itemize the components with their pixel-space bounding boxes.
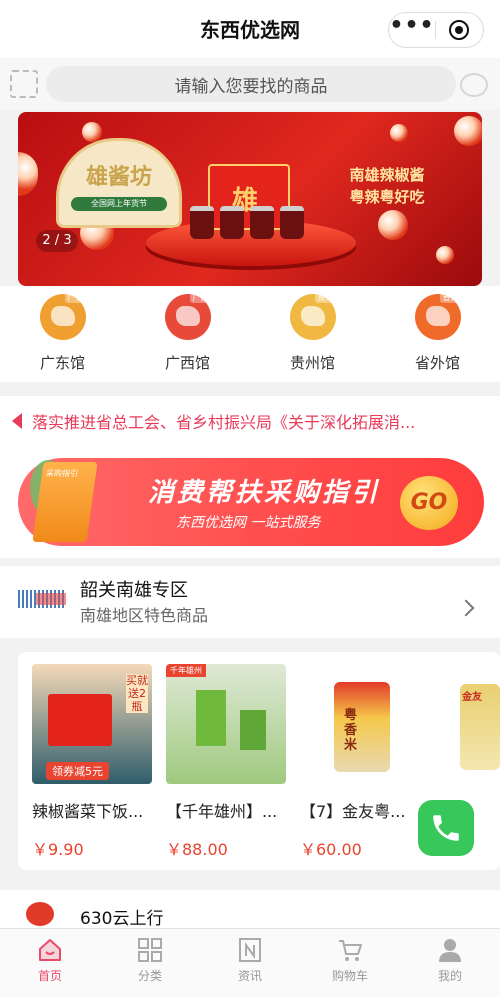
- pavilion-tag: 省外馆: [439, 292, 470, 303]
- announcement-text: 落实推进省总工会、省乡村振兴局《关于深化拓展消...: [32, 413, 416, 432]
- home-icon: [39, 939, 61, 961]
- call-button[interactable]: [418, 800, 474, 856]
- tab-profile[interactable]: 我的: [400, 929, 500, 997]
- product-image: 买就送2瓶 领券减5元: [32, 664, 152, 784]
- tab-news[interactable]: 资讯: [200, 929, 300, 997]
- decor-ball: [454, 116, 482, 146]
- grid-icon: [138, 938, 162, 962]
- product-card[interactable]: 千年雄州 【千年雄州】... ￥88.00: [166, 664, 288, 860]
- tab-label: 我的: [437, 969, 462, 983]
- search-input[interactable]: 请输入您要找的商品: [46, 66, 456, 102]
- app-header: 东西优选网 •••: [0, 0, 500, 58]
- tab-label: 分类: [137, 969, 162, 983]
- banner-slogan: 南雄辣椒酱 粤辣粤好吃: [312, 164, 462, 208]
- yun-logo: [26, 902, 54, 926]
- product-price: ￥60.00: [300, 840, 362, 859]
- close-icon: [449, 20, 469, 40]
- product-box-image: [196, 690, 226, 746]
- zone-subtitle: 南雄地区特色商品: [80, 606, 209, 625]
- close-button[interactable]: [436, 20, 482, 40]
- announcement-bar[interactable]: 落实推进省总工会、省乡村振兴局《关于深化拓展消...: [0, 396, 500, 446]
- miniprogram-capsule: •••: [388, 12, 484, 48]
- promo-section: 采购指引 消费帮扶采购指引 东西优选网 一站式服务 GO: [0, 446, 500, 558]
- slogan-line: 南雄辣椒酱: [349, 166, 425, 184]
- decor-ball: [18, 152, 38, 196]
- product-badge: 金友: [462, 692, 482, 703]
- pavilion-label: 贵州馆: [289, 354, 335, 372]
- pavilion-tag: 贵州馆: [314, 292, 345, 303]
- nanxiong-zone-header[interactable]: 韶关南雄专区 南雄地区特色商品: [0, 566, 500, 638]
- tab-category[interactable]: 分类: [100, 929, 200, 997]
- book-label: 采购指引: [45, 469, 79, 478]
- brand-subtitle: 全国网上年货节: [71, 197, 167, 211]
- sauce-jar-image: [190, 206, 214, 239]
- decor-ball: [378, 210, 408, 240]
- pavilion-guangdong[interactable]: 广东馆 广东馆: [0, 286, 125, 382]
- zone-logo: [18, 590, 66, 608]
- phone-icon: [433, 815, 459, 841]
- slogan-line: 粤辣粤好吃: [349, 188, 425, 206]
- guide-book-image: 采购指引: [32, 462, 98, 542]
- yun-title: 630云上行: [80, 909, 164, 929]
- pavilion-label: 广西馆: [164, 354, 210, 372]
- pavilion-other-provinces[interactable]: 省外馆 省外馆: [375, 286, 500, 382]
- brand-fan-logo: 雄酱坊 全国网上年货节: [56, 138, 182, 228]
- product-image: 金友: [434, 664, 500, 784]
- brand-title: 雄酱坊: [85, 165, 152, 190]
- tab-label: 资讯: [237, 969, 262, 983]
- product-image: 千年雄州: [166, 664, 286, 784]
- sauce-jar-image: [280, 206, 304, 239]
- yun-section-header[interactable]: 630云上行: [0, 890, 500, 929]
- product-card[interactable]: 买就送2瓶 领券减5元 辣椒酱菜下饭... ￥9.90: [32, 664, 154, 860]
- product-title: 【千年雄州】...: [166, 802, 278, 821]
- product-title: 【7】金友粤...: [300, 802, 406, 821]
- promo-carousel[interactable]: 雄酱坊 全国网上年货节 雄 南雄辣椒酱 粤辣粤好吃 2 / 3: [18, 112, 482, 286]
- decor-ball: [436, 246, 454, 264]
- pavilion-tag: 广东馆: [64, 292, 95, 303]
- tab-home[interactable]: 首页: [0, 929, 100, 997]
- zone-title: 韶关南雄专区: [80, 580, 188, 601]
- product-title: 辣椒酱菜下饭...: [32, 802, 144, 821]
- scan-icon[interactable]: [10, 70, 38, 98]
- pavilion-guangxi[interactable]: 广西馆 广西馆: [125, 286, 250, 382]
- decor-ball: [82, 122, 102, 142]
- news-icon: [239, 938, 261, 962]
- product-badge: 买就送2瓶: [126, 674, 148, 713]
- product-box-image: [48, 694, 112, 746]
- sauce-jar-image: [220, 206, 244, 239]
- product-box-image: [240, 710, 266, 750]
- eye-icon[interactable]: [460, 73, 488, 97]
- product-price: ￥9.90: [32, 840, 84, 859]
- tab-cart[interactable]: 购物车: [300, 929, 400, 997]
- product-price: ￥88.00: [166, 840, 228, 859]
- bottom-tab-bar: 首页 分类 资讯 购物车 我的: [0, 928, 500, 997]
- product-coupon: 领券减5元: [46, 762, 109, 780]
- promo-subtitle: 东西优选网 一站式服务: [176, 515, 321, 531]
- tab-label: 首页: [37, 969, 62, 983]
- product-badge: 千年雄州: [166, 664, 206, 677]
- pavilion-guizhou[interactable]: 贵州馆 贵州馆: [250, 286, 375, 382]
- sauce-jar-image: [250, 206, 274, 239]
- product-badge: 粤香米: [344, 708, 358, 753]
- tab-label: 购物车: [331, 969, 368, 983]
- chevron-right-icon: [457, 599, 475, 617]
- speaker-icon: [12, 413, 22, 429]
- pavilion-label: 省外馆: [414, 354, 460, 372]
- promo-title: 消费帮扶采购指引: [148, 478, 381, 508]
- more-icon[interactable]: •••: [389, 15, 435, 37]
- cart-icon: [339, 940, 362, 961]
- go-button[interactable]: GO: [400, 476, 458, 530]
- procurement-guide-banner[interactable]: 采购指引 消费帮扶采购指引 东西优选网 一站式服务 GO: [18, 458, 484, 546]
- pavilion-nav: 广东馆 广东馆 广西馆 广西馆 贵州馆 贵州馆 省外馆 省外馆: [0, 286, 500, 382]
- product-card[interactable]: 粤香米 【7】金友粤... ￥60.00: [300, 664, 422, 860]
- pavilion-tag: 广西馆: [189, 292, 220, 303]
- carousel-pager: 2 / 3: [36, 230, 78, 252]
- pavilion-label: 广东馆: [39, 354, 85, 372]
- product-image: 粤香米: [300, 664, 420, 784]
- user-icon: [439, 939, 461, 962]
- decor-ball: [390, 124, 408, 142]
